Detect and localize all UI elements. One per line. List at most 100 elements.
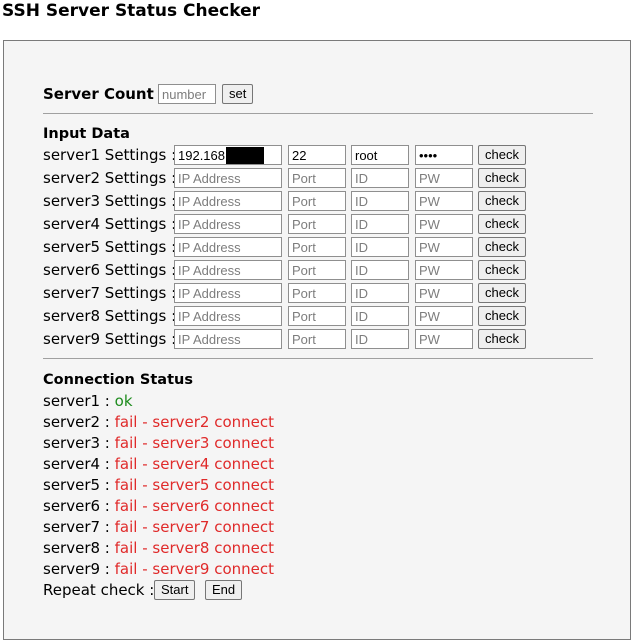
check-button[interactable]: check — [478, 283, 526, 303]
connection-status-server-label: server3 : — [43, 434, 110, 452]
connection-status-value: fail - server5 connect — [114, 476, 274, 494]
connection-status-item: server4 : fail - server4 connect — [43, 454, 274, 474]
connection-status-server-label: server2 : — [43, 413, 110, 431]
divider-bottom — [43, 358, 593, 359]
password-input[interactable] — [415, 191, 473, 211]
connection-status-value: fail - server3 connect — [114, 434, 274, 452]
check-button[interactable]: check — [478, 145, 526, 165]
connection-status-value: fail - server2 connect — [114, 413, 274, 431]
port-input[interactable] — [288, 145, 346, 165]
check-button[interactable]: check — [478, 168, 526, 188]
server-settings-row: server9 Settings : check — [43, 328, 593, 350]
check-button[interactable]: check — [478, 306, 526, 326]
id-input[interactable] — [351, 168, 409, 188]
server-settings-row: server7 Settings : check — [43, 282, 593, 304]
password-input[interactable] — [415, 237, 473, 257]
main-panel: Server Count : set Input Data server1 Se… — [3, 40, 631, 640]
ip-address-input[interactable] — [174, 168, 282, 188]
password-input[interactable] — [415, 306, 473, 326]
connection-status-item: server1 : ok — [43, 391, 133, 411]
set-button[interactable]: set — [222, 84, 254, 104]
ip-address-input[interactable] — [174, 329, 282, 349]
connection-status-server-label: server4 : — [43, 455, 110, 473]
end-button[interactable]: End — [205, 580, 243, 600]
id-input[interactable] — [351, 260, 409, 280]
server-settings-row: server6 Settings : check — [43, 259, 593, 281]
id-input[interactable] — [351, 237, 409, 257]
port-input[interactable] — [288, 283, 346, 303]
repeat-check-row: Repeat check : Start End — [43, 579, 243, 601]
server-count-label: Server Count : — [43, 85, 166, 103]
id-input[interactable] — [351, 214, 409, 234]
password-input[interactable] — [415, 214, 473, 234]
server-count-input[interactable] — [158, 84, 216, 104]
connection-status-server-label: server5 : — [43, 476, 110, 494]
connection-status-server-label: server9 : — [43, 560, 110, 578]
server-settings-label: server7 Settings : — [43, 284, 177, 302]
server-settings-row: server1 Settings : check — [43, 144, 593, 166]
server-settings-label: server8 Settings : — [43, 307, 177, 325]
server-settings-row: server3 Settings : check — [43, 190, 593, 212]
connection-status-server-label: server6 : — [43, 497, 110, 515]
connection-status-item: server2 : fail - server2 connect — [43, 412, 274, 432]
port-input[interactable] — [288, 260, 346, 280]
connection-status-value: fail - server8 connect — [114, 539, 274, 557]
password-input[interactable] — [415, 329, 473, 349]
id-input[interactable] — [351, 306, 409, 326]
server-settings-row: server5 Settings : check — [43, 236, 593, 258]
repeat-check-label: Repeat check : — [43, 581, 155, 599]
port-input[interactable] — [288, 306, 346, 326]
server-settings-label: server3 Settings : — [43, 192, 177, 210]
check-button[interactable]: check — [478, 329, 526, 349]
check-button[interactable]: check — [478, 237, 526, 257]
connection-status-item: server7 : fail - server7 connect — [43, 517, 274, 537]
ip-address-input[interactable] — [174, 260, 282, 280]
ip-address-input[interactable] — [174, 283, 282, 303]
divider-top — [43, 113, 593, 114]
server-settings-row: server4 Settings : check — [43, 213, 593, 235]
port-input[interactable] — [288, 214, 346, 234]
connection-status-value: fail - server9 connect — [114, 560, 274, 578]
connection-status-item: server6 : fail - server6 connect — [43, 496, 274, 516]
connection-status-item: server9 : fail - server9 connect — [43, 559, 274, 579]
check-button[interactable]: check — [478, 191, 526, 211]
connection-status-item: server5 : fail - server5 connect — [43, 475, 274, 495]
password-input[interactable] — [415, 260, 473, 280]
port-input[interactable] — [288, 191, 346, 211]
port-input[interactable] — [288, 168, 346, 188]
port-input[interactable] — [288, 237, 346, 257]
ip-address-input[interactable] — [174, 214, 282, 234]
connection-status-item: server3 : fail - server3 connect — [43, 433, 274, 453]
server-settings-label: server1 Settings : — [43, 146, 177, 164]
connection-status-value: fail - server6 connect — [114, 497, 274, 515]
id-input[interactable] — [351, 283, 409, 303]
connection-status-value: fail - server7 connect — [114, 518, 274, 536]
ip-address-input[interactable] — [174, 237, 282, 257]
start-button[interactable]: Start — [154, 580, 196, 600]
redaction-mask — [226, 147, 264, 164]
port-input[interactable] — [288, 329, 346, 349]
ip-address-input[interactable] — [174, 191, 282, 211]
server-settings-label: server6 Settings : — [43, 261, 177, 279]
input-data-heading: Input Data — [43, 126, 130, 142]
connection-status-server-label: server8 : — [43, 539, 110, 557]
server-settings-label: server9 Settings : — [43, 330, 177, 348]
password-input[interactable] — [415, 283, 473, 303]
connection-status-server-label: server1 : — [43, 392, 110, 410]
server-settings-label: server5 Settings : — [43, 238, 177, 256]
check-button[interactable]: check — [478, 214, 526, 234]
server-settings-row: server8 Settings : check — [43, 305, 593, 327]
server-settings-row: server2 Settings : check — [43, 167, 593, 189]
password-input[interactable] — [415, 145, 473, 165]
connection-status-server-label: server7 : — [43, 518, 110, 536]
connection-status-value: fail - server4 connect — [114, 455, 274, 473]
connection-status-heading: Connection Status — [43, 372, 193, 388]
ip-address-input[interactable] — [174, 306, 282, 326]
password-input[interactable] — [415, 168, 473, 188]
id-input[interactable] — [351, 329, 409, 349]
server-count-row: Server Count : set — [43, 83, 254, 105]
check-button[interactable]: check — [478, 260, 526, 280]
server-settings-label: server4 Settings : — [43, 215, 177, 233]
id-input[interactable] — [351, 145, 409, 165]
id-input[interactable] — [351, 191, 409, 211]
